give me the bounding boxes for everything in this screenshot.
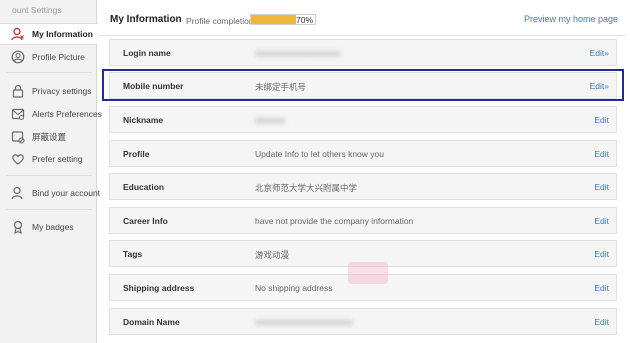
block-icon [11, 131, 25, 144]
sidebar-heading: ount Settings [12, 5, 62, 15]
row-label: Career Info [123, 216, 168, 226]
page-header: My Information Profile completion 70% Pr… [98, 0, 626, 36]
row-value: 游戏动漫 [255, 250, 290, 260]
sidebar-divider [6, 209, 92, 210]
sidebar-item-label: Privacy settings [32, 86, 92, 96]
sidebar-item-label: Alerts Preferences [32, 109, 102, 119]
info-row-nickname: Nickname xxxxxxx Edit [109, 106, 617, 133]
edit-link[interactable]: Edit [594, 182, 609, 192]
row-label: Domain Name [123, 317, 180, 327]
sidebar-item-privacy-settings[interactable]: Privacy settings [0, 80, 97, 102]
row-value-redacted: xxxxxxx [255, 115, 285, 125]
row-value-redacted: xxxxxxxxxxxxxxxxxxxx [255, 48, 340, 58]
alert-settings-icon [11, 108, 25, 120]
heart-icon [12, 154, 24, 165]
preview-home-page-link[interactable]: Preview my home page [524, 14, 618, 24]
row-value: have not provide the company information [255, 216, 414, 226]
sidebar-item-label: Profile Picture [32, 52, 85, 62]
row-value: Update Info to let others know you [255, 149, 384, 159]
page-title: My Information [110, 14, 182, 25]
avatar-icon [11, 50, 25, 64]
edit-link[interactable]: Edit [594, 317, 609, 327]
profile-completion-label: Profile completion [186, 16, 254, 26]
sidebar-item-label: Prefer setting [32, 154, 83, 164]
edit-link[interactable]: Edit» [590, 48, 609, 58]
user-icon [11, 27, 24, 41]
main-panel: My Information Profile completion 70% Pr… [98, 0, 626, 343]
sidebar-item-bind-account[interactable]: Bind your account [0, 182, 101, 204]
edit-link[interactable]: Edit [594, 283, 609, 293]
info-row-career-info: Career Info have not provide the company… [109, 207, 617, 234]
bind-user-icon [11, 186, 23, 200]
sidebar-item-my-information[interactable]: My Information [0, 23, 98, 45]
row-label: Nickname [123, 115, 164, 125]
profile-completion-value: 70% [295, 15, 313, 25]
edit-link[interactable]: Edit [594, 115, 609, 125]
sidebar-item-profile-picture[interactable]: Profile Picture [0, 46, 97, 68]
info-row-profile: Profile Update Info to let others know y… [109, 140, 617, 167]
row-label: Education [123, 182, 165, 192]
info-row-domain-name: Domain Name xxxxxxxxxxxxxxxxxxxxxxx Edit [109, 308, 617, 335]
sidebar-item-label: Bind your account [32, 188, 101, 198]
row-label: Login name [123, 48, 171, 58]
info-row-education: Education 北京师范大学大兴附属中学 Edit [109, 173, 617, 200]
edit-link[interactable]: Edit [594, 249, 609, 259]
highlight-box [102, 69, 624, 101]
row-label: Tags [123, 249, 143, 259]
sidebar-item-alerts-preferences[interactable]: Alerts Preferences [0, 103, 102, 125]
edit-link[interactable]: Edit [594, 149, 609, 159]
sidebar-divider [6, 72, 92, 73]
badge-icon [13, 220, 23, 234]
lock-icon [12, 84, 24, 98]
row-value: No shipping address [255, 283, 333, 293]
sidebar-divider [6, 175, 92, 176]
sidebar-item-my-badges[interactable]: My badges [0, 216, 97, 238]
row-label: Profile [123, 149, 150, 159]
sidebar-item-label: 屏蔽设置 [32, 132, 67, 142]
info-row-login-name: Login name xxxxxxxxxxxxxxxxxxxx Edit» [109, 39, 617, 66]
edit-link[interactable]: Edit [594, 216, 609, 226]
profile-completion-fill [251, 15, 296, 24]
row-label: Shipping address [123, 283, 195, 293]
sidebar-item-label: My badges [32, 222, 74, 232]
sidebar-item-label: My Information [32, 29, 93, 39]
sidebar-item-block-settings[interactable]: 屏蔽设置 [0, 126, 97, 148]
watermark [348, 262, 388, 284]
sidebar-item-prefer-setting[interactable]: Prefer setting [0, 148, 97, 170]
sidebar: ount Settings My Information Profile Pic… [0, 0, 102, 343]
row-value-redacted: xxxxxxxxxxxxxxxxxxxxxxx [255, 317, 353, 327]
row-value: 北京师范大学大兴附属中学 [255, 183, 358, 193]
profile-completion-bar: 70% [250, 14, 316, 25]
